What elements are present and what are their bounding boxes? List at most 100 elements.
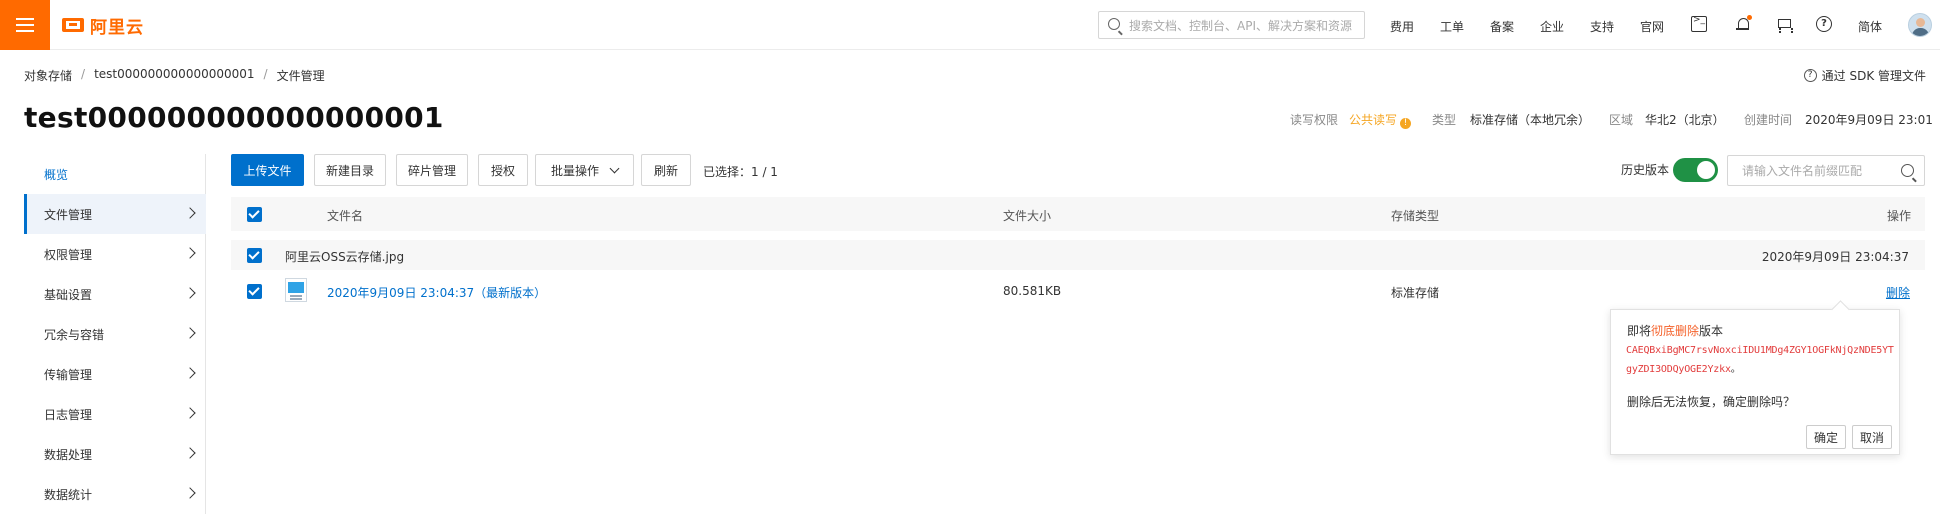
chevron-right-icon xyxy=(184,207,196,219)
chevron-right-icon xyxy=(184,487,196,499)
confirm-button[interactable]: 确定 xyxy=(1806,425,1846,449)
delete-link[interactable]: 删除 xyxy=(1886,284,1910,301)
sidebar-item-logs[interactable]: 日志管理 xyxy=(24,394,206,434)
column-header-filename: 文件名 xyxy=(327,209,364,223)
breadcrumb-bucket[interactable]: test000000000000000001 xyxy=(94,67,254,84)
sidebar-item-permissions[interactable]: 权限管理 xyxy=(24,234,206,274)
batch-operations-dropdown[interactable]: 批量操作 xyxy=(535,154,634,186)
popover-warning: 删除后无法恢复，确定删除吗？ xyxy=(1627,395,1796,409)
sidebar-item-label: 数据统计 xyxy=(44,487,93,502)
sidebar-item-redundancy[interactable]: 冗余与容错 xyxy=(24,314,206,354)
warning-icon: ! xyxy=(1400,118,1412,129)
breadcrumb-separator: / xyxy=(263,67,268,81)
nav-official-site[interactable]: 官网 xyxy=(1640,18,1664,35)
sidebar-item-label: 权限管理 xyxy=(44,247,93,262)
nav-support[interactable]: 支持 xyxy=(1590,18,1614,35)
chevron-right-icon xyxy=(184,367,196,379)
row-checkbox[interactable] xyxy=(247,284,262,299)
page-title: test000000000000000001 xyxy=(24,101,444,134)
sidebar-item-basic-settings[interactable]: 基础设置 xyxy=(24,274,206,314)
refresh-button[interactable]: 刷新 xyxy=(641,154,691,186)
nav-tickets[interactable]: 工单 xyxy=(1440,18,1464,35)
terminal-icon[interactable] xyxy=(1691,15,1707,32)
nav-icp-filing[interactable]: 备案 xyxy=(1490,18,1514,35)
popover-danger-text: 彻底删除 xyxy=(1651,324,1700,338)
menu-icon xyxy=(16,18,34,32)
fragment-management-button[interactable]: 碎片管理 xyxy=(396,154,468,186)
chevron-right-icon xyxy=(184,447,196,459)
select-all-checkbox[interactable] xyxy=(247,207,262,222)
search-icon[interactable] xyxy=(1901,164,1914,177)
sidebar-item-label: 文件管理 xyxy=(44,207,93,222)
type-label: 类型 xyxy=(1432,113,1457,127)
popover-prefix: 即将 xyxy=(1627,324,1652,338)
history-version-toggle[interactable] xyxy=(1673,158,1718,182)
chevron-right-icon xyxy=(184,247,196,259)
sidebar-item-label: 概览 xyxy=(44,167,69,182)
popover-suffix: 版本 xyxy=(1699,324,1724,338)
chevron-right-icon xyxy=(184,407,196,419)
sidebar-item-label: 传输管理 xyxy=(44,367,93,382)
global-search-placeholder: 搜索文档、控制台、API、解决方案和资源 xyxy=(1129,18,1352,33)
table-header: 文件名 文件大小 存储类型 操作 xyxy=(231,197,1925,231)
top-navigation-bar: 阿里云 搜索文档、控制台、API、解决方案和资源 费用 工单 备案 企业 支持 … xyxy=(0,0,1940,50)
file-name: 阿里云OSS云存储.jpg xyxy=(285,250,405,264)
sidebar: 概览 文件管理 权限管理 基础设置 冗余与容错 传输管理 日志管理 数据处理 数… xyxy=(0,154,206,514)
popover-message: 即将彻底删除版本 xyxy=(1627,322,1723,339)
column-header-storage-type: 存储类型 xyxy=(1391,209,1440,223)
history-version-label: 历史版本 xyxy=(1621,163,1670,177)
table-row: 阿里云OSS云存储.jpg 2020年9月09日 23:04:37 xyxy=(231,240,1925,270)
sidebar-item-label: 数据处理 xyxy=(44,447,93,462)
sidebar-item-label: 冗余与容错 xyxy=(44,327,105,342)
chevron-right-icon xyxy=(184,287,196,299)
new-directory-button[interactable]: 新建目录 xyxy=(314,154,386,186)
version-id: CAEQBxiBgMC7rsvNoxciIDU1MDg4ZGY1OGFkNjQz… xyxy=(1626,341,1894,379)
question-icon: ? xyxy=(1803,69,1817,82)
file-storage-type: 标准存储 xyxy=(1391,286,1440,300)
global-search-input[interactable]: 搜索文档、控制台、API、解决方案和资源 xyxy=(1098,11,1365,39)
column-header-filesize: 文件大小 xyxy=(1003,209,1052,223)
aliyun-logo[interactable]: 阿里云 xyxy=(62,13,144,38)
region-value: 华北2（北京） xyxy=(1645,113,1725,127)
help-icon[interactable]: ? xyxy=(1816,16,1832,32)
search-icon xyxy=(1108,18,1120,30)
column-header-actions: 操作 xyxy=(1886,209,1911,223)
upload-file-button[interactable]: 上传文件 xyxy=(231,154,304,186)
selected-count: 已选择：1 / 1 xyxy=(703,165,778,179)
file-size: 80.581KB xyxy=(1003,284,1062,298)
notification-dot xyxy=(1747,15,1752,20)
row-checkbox[interactable] xyxy=(247,248,262,263)
user-avatar[interactable] xyxy=(1908,13,1932,37)
acl-value[interactable]: 公共读写! xyxy=(1349,111,1412,129)
cancel-button[interactable]: 取消 xyxy=(1852,425,1892,449)
breadcrumb-separator: / xyxy=(81,67,86,81)
created-label: 创建时间 xyxy=(1744,113,1793,127)
image-file-icon xyxy=(285,278,307,302)
file-modified-time: 2020年9月09日 23:04:37 xyxy=(1761,250,1909,264)
acl-value-text: 公共读写 xyxy=(1349,113,1398,127)
breadcrumb-oss[interactable]: 对象存储 xyxy=(24,67,72,84)
breadcrumb: 对象存储 / test000000000000000001 / 文件管理 xyxy=(24,67,325,84)
sidebar-item-file-management[interactable]: 文件管理 xyxy=(24,194,206,234)
language-switch[interactable]: 简体 xyxy=(1858,18,1882,35)
breadcrumb-current: 文件管理 xyxy=(276,69,325,83)
sidebar-item-label: 日志管理 xyxy=(44,407,93,422)
delete-confirm-popover: 即将彻底删除版本 CAEQBxiBgMC7rsvNoxciIDU1MDg4ZGY… xyxy=(1610,309,1900,455)
sidebar-item-transfer[interactable]: 传输管理 xyxy=(24,354,206,394)
sidebar-item-statistics[interactable]: 数据统计 xyxy=(24,474,206,514)
sdk-manage-link[interactable]: ? 通过 SDK 管理文件 xyxy=(1803,67,1926,84)
file-prefix-search-input[interactable]: 请输入文件名前缀匹配 xyxy=(1727,155,1925,186)
type-value: 标准存储（本地冗余） xyxy=(1470,113,1591,127)
chevron-down-icon xyxy=(609,163,620,173)
table-row: 2020年9月09日 23:04:37（最新版本） 80.581KB 标准存储 … xyxy=(231,274,1925,310)
sidebar-item-data-processing[interactable]: 数据处理 xyxy=(24,434,206,474)
nav-fees[interactable]: 费用 xyxy=(1390,18,1414,35)
cart-icon[interactable] xyxy=(1776,16,1793,32)
hamburger-menu-button[interactable] xyxy=(0,0,50,50)
nav-enterprise[interactable]: 企业 xyxy=(1540,18,1564,35)
bell-icon[interactable] xyxy=(1735,15,1752,32)
file-search-placeholder: 请输入文件名前缀匹配 xyxy=(1742,164,1863,178)
authorize-button[interactable]: 授权 xyxy=(478,154,528,186)
sidebar-item-overview[interactable]: 概览 xyxy=(24,154,206,194)
file-version-link[interactable]: 2020年9月09日 23:04:37（最新版本） xyxy=(327,284,546,301)
